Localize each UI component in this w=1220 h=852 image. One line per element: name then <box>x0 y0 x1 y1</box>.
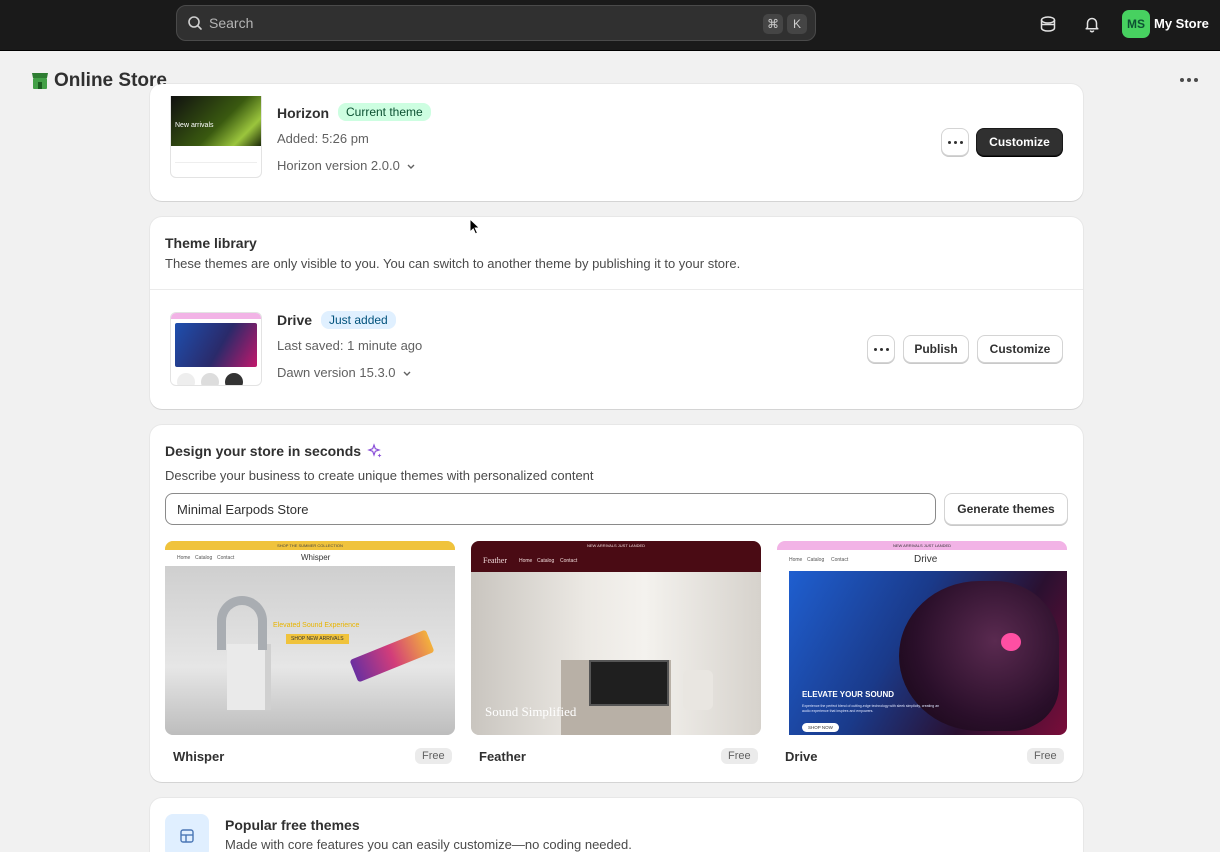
generate-themes-button[interactable]: Generate themes <box>944 493 1068 525</box>
business-description-value: Minimal Earpods Store <box>177 501 309 517</box>
design-store-card: Design your store in seconds Describe yo… <box>150 425 1083 782</box>
library-theme-version-toggle[interactable]: Dawn version 15.3.0 <box>277 365 412 380</box>
preview-price-feather: Free <box>721 748 758 764</box>
current-theme-customize-button[interactable]: Customize <box>976 128 1063 156</box>
preview-nav-item: Catalog <box>807 557 825 563</box>
store-name[interactable]: My Store <box>1154 16 1209 31</box>
speaker-icon <box>683 670 713 710</box>
current-theme-version: Horizon version 2.0.0 <box>277 158 400 173</box>
laptop-icon <box>589 660 669 706</box>
preview-cta: SHOP NOW <box>802 723 839 732</box>
design-title-row: Design your store in seconds <box>165 443 383 459</box>
popular-themes-card: Popular free themes Made with core featu… <box>150 798 1083 852</box>
preview-drive[interactable]: NEW ARRIVALS JUST LANDED Home Catalog Co… <box>777 541 1067 735</box>
library-theme-badge: Just added <box>321 311 396 329</box>
preview-banner: SHOP THE SUMMER COLLECTION <box>165 541 455 550</box>
design-description: Describe your business to create unique … <box>165 468 594 483</box>
shortcut-k-key: K <box>787 14 807 34</box>
popular-themes-description: Made with core features you can easily c… <box>225 837 632 852</box>
top-bar: Search ⌘ K MS My Store <box>0 0 1220 51</box>
current-theme-more-button[interactable] <box>941 128 969 156</box>
page-title-block: Online Store <box>30 70 167 92</box>
library-theme-customize-button[interactable]: Customize <box>977 335 1063 363</box>
preview-price-whisper: Free <box>415 748 452 764</box>
sparkle-icon <box>367 443 382 458</box>
headphones-icon <box>217 596 267 650</box>
theme-library-description: These themes are only visible to you. Yo… <box>165 256 741 271</box>
preview-body: Experience the perfect blend of cutting-… <box>802 704 940 713</box>
library-theme-more-button[interactable] <box>867 335 895 363</box>
thumb-headline: New arrivals <box>175 122 214 129</box>
preview-banner: NEW ARRIVALS JUST LANDED <box>471 541 761 550</box>
bell-icon[interactable] <box>1081 13 1103 35</box>
preview-nav-item: Contact <box>831 557 849 563</box>
chevron-down-icon <box>403 371 411 376</box>
chevron-down-icon <box>407 164 415 169</box>
preview-cta: SHOP NEW ARRIVALS <box>286 634 349 644</box>
search-icon <box>188 16 202 30</box>
preview-whisper[interactable]: SHOP THE SUMMER COLLECTION Home Catalog … <box>165 541 455 735</box>
library-theme-thumbnail <box>170 312 262 386</box>
popular-themes-title: Popular free themes <box>225 817 360 833</box>
store-icon <box>32 73 48 89</box>
preview-pedestal <box>227 644 271 710</box>
theme-grid-icon <box>165 814 209 852</box>
preview-nav-item: Catalog <box>537 558 555 564</box>
more-icon <box>873 347 889 351</box>
preview-nav-item: Home <box>789 557 803 563</box>
preview-logo: Feather <box>483 556 507 565</box>
preview-feather[interactable]: NEW ARRIVALS JUST LANDED Feather Home Ca… <box>471 541 761 735</box>
library-theme-publish-button[interactable]: Publish <box>903 335 969 363</box>
theme-library-card: Theme library These themes are only visi… <box>150 217 1083 409</box>
current-theme-added: Added: 5:26 pm <box>277 131 369 146</box>
current-theme-card: New arrivals Horizon Current theme Added… <box>150 84 1083 201</box>
preview-usb-drive <box>349 629 435 683</box>
theme-library-title: Theme library <box>165 235 257 251</box>
preview-name-whisper: Whisper <box>173 749 225 764</box>
preview-nav-item: Contact <box>217 555 235 561</box>
preview-nav-item: Home <box>177 555 191 561</box>
preview-banner: NEW ARRIVALS JUST LANDED <box>777 541 1067 550</box>
preview-headline: Sound Simplified <box>485 704 577 719</box>
library-theme-name: Drive <box>277 312 313 328</box>
search-placeholder: Search <box>209 15 254 31</box>
current-theme-thumbnail: New arrivals <box>170 96 262 178</box>
shortcut-cmd-key: ⌘ <box>763 14 783 34</box>
avatar[interactable]: MS <box>1122 10 1150 38</box>
search-bar[interactable]: Search ⌘ K <box>176 5 816 41</box>
more-icon <box>947 140 963 144</box>
preview-logo: Drive <box>914 554 938 565</box>
current-theme-badge: Current theme <box>338 103 431 121</box>
sidekick-icon[interactable] <box>1037 13 1059 35</box>
preview-name-feather: Feather <box>479 749 526 764</box>
preview-headline: Elevated Sound Experience <box>273 622 360 629</box>
preview-name-drive: Drive <box>785 749 818 764</box>
preview-headline: ELEVATE YOUR SOUND <box>802 690 895 699</box>
current-theme-name: Horizon <box>277 105 330 121</box>
mouse-cursor-icon <box>469 218 481 235</box>
library-theme-version: Dawn version 15.3.0 <box>277 365 396 380</box>
design-title: Design your store in seconds <box>165 443 362 459</box>
preview-price-drive: Free <box>1027 748 1064 764</box>
page-more-actions-button[interactable] <box>1180 78 1198 82</box>
divider <box>150 289 1083 290</box>
library-theme-saved: Last saved: 1 minute ago <box>277 338 423 353</box>
preview-nav-item: Contact <box>560 558 578 564</box>
business-description-input[interactable]: Minimal Earpods Store <box>165 493 936 525</box>
preview-nav-item: Home <box>519 558 533 564</box>
earbud-icon <box>1001 633 1021 651</box>
preview-logo: Whisper <box>301 553 331 562</box>
current-theme-version-toggle[interactable]: Horizon version 2.0.0 <box>277 158 416 173</box>
preview-nav-item: Catalog <box>195 555 213 561</box>
page-title: Online Store <box>54 70 167 91</box>
